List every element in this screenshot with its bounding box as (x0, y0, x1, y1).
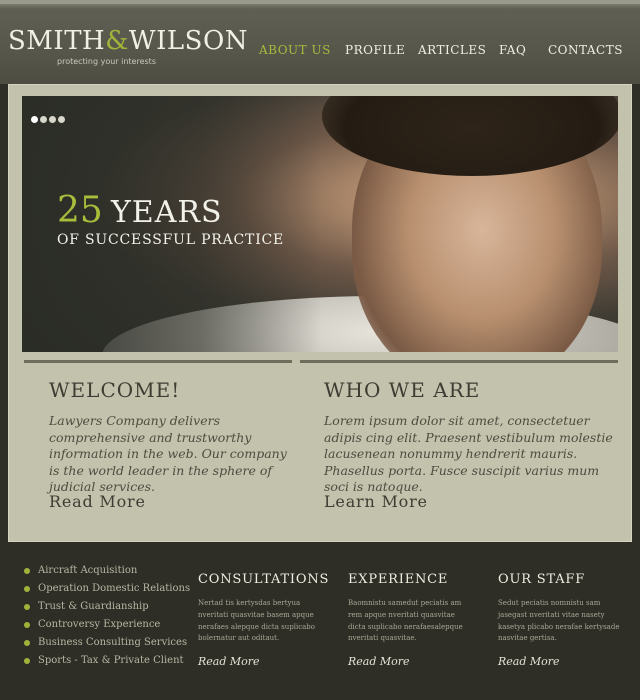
footer-service-item[interactable]: Controversy Experience (24, 619, 194, 631)
slider-dot[interactable] (31, 116, 38, 123)
main-nav: ABOUT US PROFILE ARTICLES FAQ CONTACTS (0, 43, 640, 57)
bullet-icon (24, 568, 30, 574)
footer-service-item[interactable]: Sports - Tax & Private Client (24, 655, 194, 667)
hero-subtitle: OF SUCCESSFUL PRACTICE (57, 232, 285, 248)
welcome-title: WELCOME! (49, 378, 181, 402)
our-staff-title: OUR STAFF (498, 572, 586, 587)
bullet-icon (24, 622, 30, 628)
bullet-icon (24, 586, 30, 592)
footer-services-list: Aircraft Acquisition Operation Domestic … (24, 565, 194, 673)
footer-service-label: Controversy Experience (38, 619, 161, 630)
consultations-title: CONSULTATIONS (198, 572, 330, 587)
slider-pagination (31, 108, 67, 127)
consultations-read-more-link[interactable]: Read More (198, 655, 260, 668)
footer-service-label: Aircraft Acquisition (38, 565, 138, 576)
hero-word: YEARS (111, 195, 223, 230)
nav-articles[interactable]: ARTICLES (418, 43, 486, 57)
nav-profile[interactable]: PROFILE (345, 43, 405, 57)
footer-service-item[interactable]: Business Consulting Services (24, 637, 194, 649)
welcome-read-more-link[interactable]: Read More (49, 492, 146, 511)
footer-service-item[interactable]: Trust & Guardianship (24, 601, 194, 613)
footer-service-item[interactable]: Aircraft Acquisition (24, 565, 194, 577)
footer-service-label: Operation Domestic Relations (38, 583, 191, 594)
nav-about-us[interactable]: ABOUT US (259, 43, 331, 57)
slider-dot[interactable] (40, 116, 47, 123)
footer-service-label: Business Consulting Services (38, 637, 188, 648)
footer-service-item[interactable]: Operation Domestic Relations (24, 583, 194, 595)
welcome-text: Lawyers Company delivers comprehensive a… (49, 413, 287, 494)
footer-service-label: Trust & Guardianship (38, 601, 149, 612)
who-we-are-learn-more-link[interactable]: Learn More (324, 492, 428, 511)
nav-contacts[interactable]: CONTACTS (548, 43, 623, 57)
footer-service-label: Sports - Tax & Private Client (38, 655, 184, 666)
experience-text: Baomnistu samedut peciatis am rem apque … (348, 599, 463, 643)
bullet-icon (24, 658, 30, 664)
who-we-are-text: Lorem ipsum dolor sit amet, consectetuer… (324, 413, 613, 494)
bullet-icon (24, 640, 30, 646)
bullet-icon (24, 604, 30, 610)
welcome-divider (24, 360, 292, 363)
consultations-text: Nertad tis kertysdas bertyua nveritati q… (198, 599, 315, 643)
nav-faq[interactable]: FAQ (499, 43, 526, 57)
hero-number: 25 (57, 190, 103, 231)
slider-dot[interactable] (58, 116, 65, 123)
who-we-are-divider (300, 360, 618, 363)
slider-dot[interactable] (49, 116, 56, 123)
who-we-are-title: WHO WE ARE (324, 378, 481, 402)
experience-title: EXPERIENCE (348, 572, 449, 587)
experience-read-more-link[interactable]: Read More (348, 655, 410, 668)
our-staff-text: Sedut peciatis nomnistu sam jasegast nve… (498, 599, 620, 643)
our-staff-read-more-link[interactable]: Read More (498, 655, 560, 668)
logo-tagline: protecting your interests (57, 57, 156, 66)
